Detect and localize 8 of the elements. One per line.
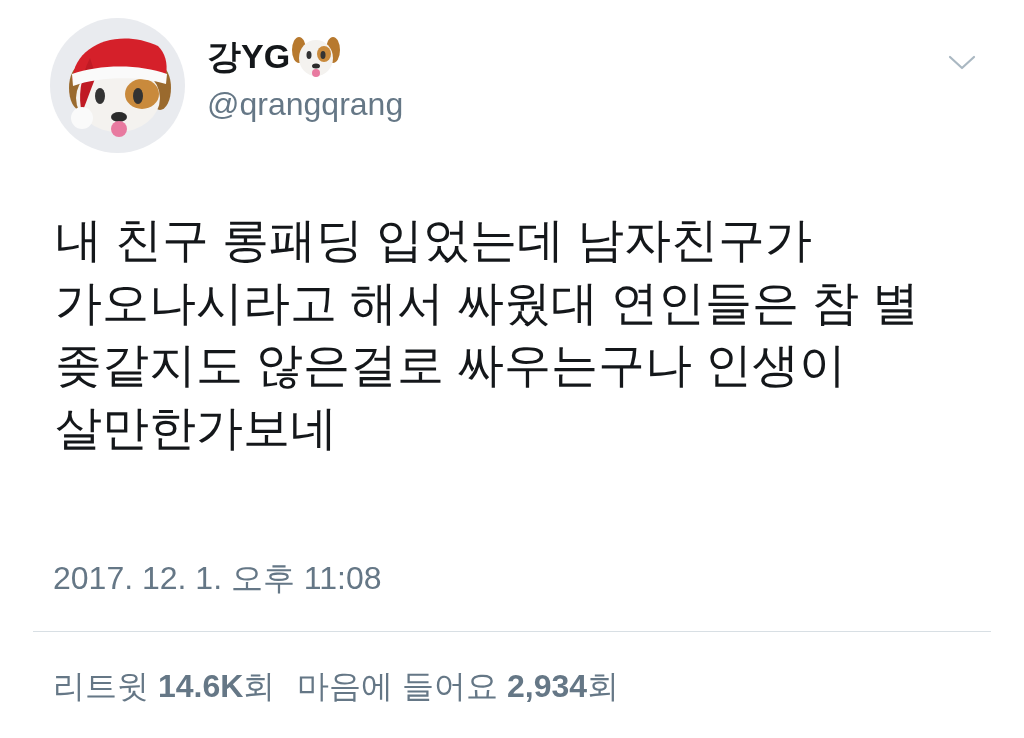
engagement-count: 리트윗 14.6K회 [53,667,276,706]
tweet-timestamp: 2017. 12. 1. 오후 11:08 [53,559,382,598]
tweet-text: 내 친구 롱패딩 입었는데 남자친구가 가오나시라고 해서 싸웠대 연인들은 참 별 좆같지도 않은걸로 싸우는구나 인생이 살만한가보네 [55,212,921,456]
dog-face-icon [292,34,341,78]
user-handle: @qrangqrang [207,85,404,124]
chevron-down-icon[interactable] [948,55,976,71]
engagement-count: 마음에 들어요 2,934회 [297,667,620,706]
display-name: 강YG [207,36,291,77]
